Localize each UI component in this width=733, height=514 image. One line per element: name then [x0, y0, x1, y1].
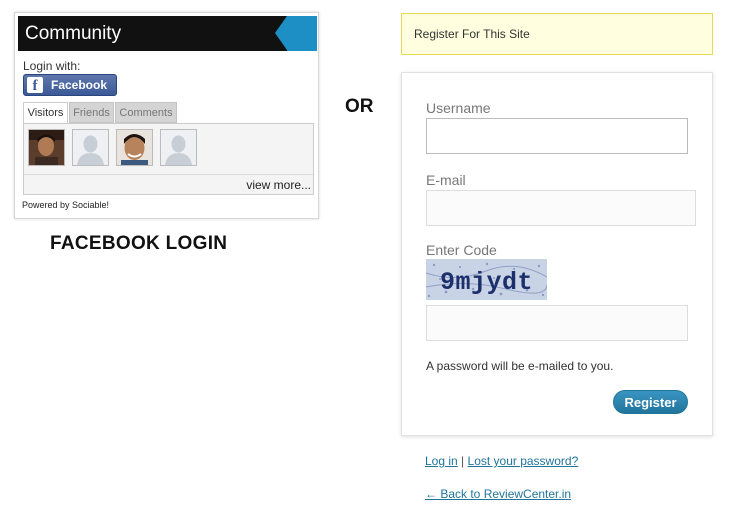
- login-with-label: Login with:: [23, 59, 81, 73]
- view-more-link[interactable]: view more...: [246, 178, 311, 192]
- password-note: A password will be e-mailed to you.: [426, 359, 614, 373]
- register-form: Username E-mail Enter Code 9mjydt A pass…: [401, 72, 713, 436]
- back-link-row: ← Back to ReviewCenter.in: [425, 487, 571, 501]
- or-label: OR: [345, 96, 374, 117]
- captcha-image: 9mjydt: [426, 259, 547, 300]
- username-field[interactable]: [426, 118, 688, 154]
- facebook-login-button[interactable]: f Facebook: [23, 74, 117, 96]
- tab-comments[interactable]: Comments: [115, 102, 177, 123]
- link-separator: |: [461, 454, 465, 468]
- tab-friends[interactable]: Friends: [69, 102, 114, 123]
- avatar[interactable]: [28, 129, 65, 166]
- username-label: Username: [426, 100, 491, 116]
- powered-by-label: Powered by Sociable!: [22, 200, 110, 210]
- register-button[interactable]: Register: [613, 390, 688, 414]
- facebook-button-label: Facebook: [51, 78, 108, 92]
- widget-title: Community: [25, 23, 122, 44]
- avatar-placeholder[interactable]: [72, 129, 109, 166]
- back-to-site-link[interactable]: ← Back to ReviewCenter.in: [425, 487, 571, 501]
- widget-header: Community: [18, 16, 317, 51]
- register-notice: Register For This Site: [401, 13, 713, 55]
- login-link[interactable]: Log in: [425, 454, 458, 468]
- visitor-panel: view more...: [23, 123, 314, 195]
- avatar[interactable]: [116, 129, 153, 166]
- tab-visitors[interactable]: Visitors: [23, 102, 68, 123]
- register-notice-text: Register For This Site: [414, 27, 530, 41]
- header-accent: [275, 16, 317, 51]
- avatar-placeholder[interactable]: [160, 129, 197, 166]
- community-widget: Community Login with: f Facebook Visitor…: [14, 12, 319, 219]
- captcha-field[interactable]: [426, 305, 688, 341]
- enter-code-label: Enter Code: [426, 242, 497, 258]
- panel-divider: [24, 174, 313, 175]
- footer-links: Log in | Lost your password?: [425, 454, 578, 468]
- facebook-login-caption: FACEBOOK LOGIN: [50, 233, 228, 254]
- email-label: E-mail: [426, 172, 466, 188]
- captcha-text: 9mjydt: [440, 268, 533, 297]
- facebook-icon: f: [27, 77, 43, 94]
- email-field[interactable]: [426, 190, 696, 226]
- lost-password-link[interactable]: Lost your password?: [468, 454, 579, 468]
